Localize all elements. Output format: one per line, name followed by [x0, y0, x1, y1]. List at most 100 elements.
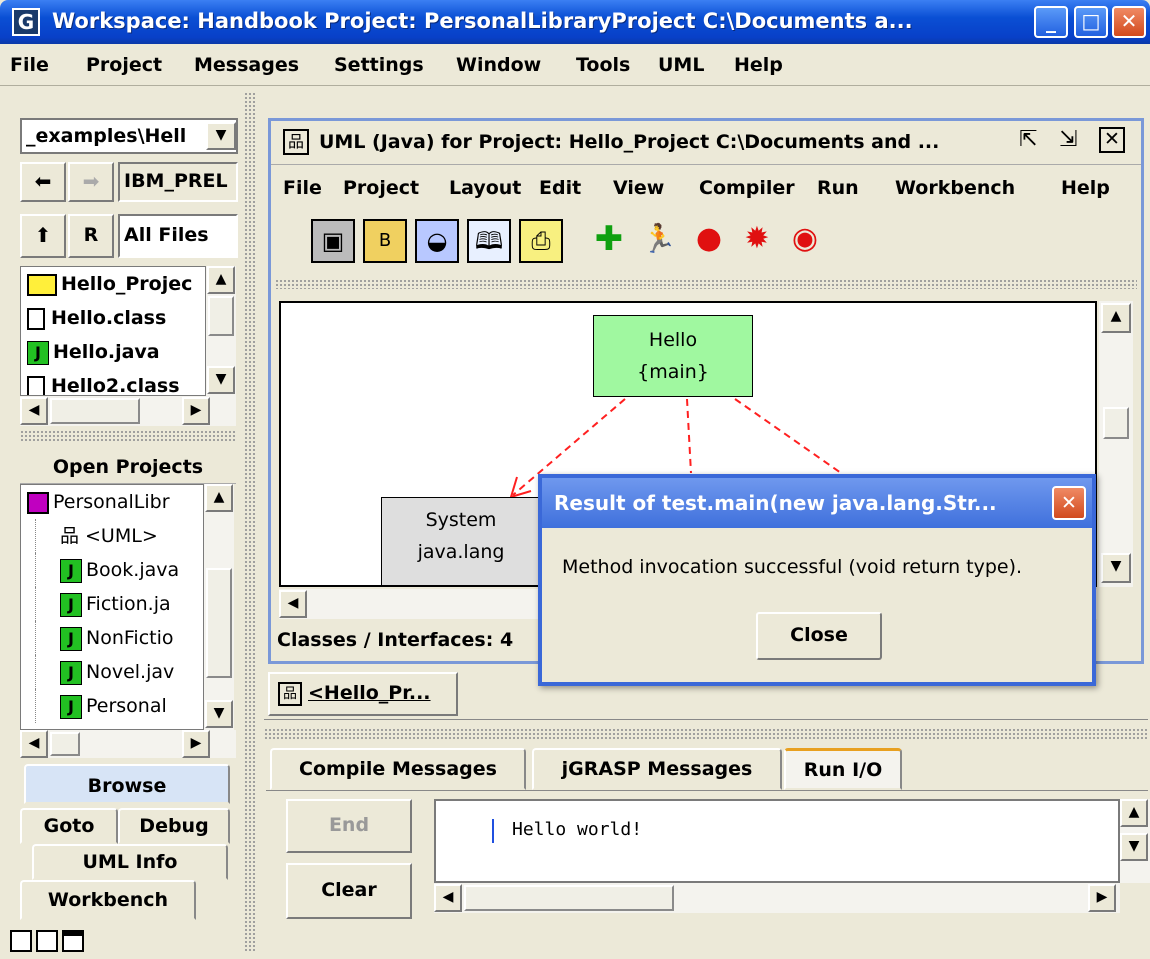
- dialog-close-icon[interactable]: ✕: [1052, 486, 1086, 520]
- file-list-item[interactable]: J Hello.java: [21, 335, 205, 369]
- scroll-down-button[interactable]: ▼: [1101, 553, 1131, 583]
- menu-file[interactable]: File: [10, 54, 49, 76]
- scroll-thumb[interactable]: [206, 568, 232, 678]
- jar-icon[interactable]: ◒: [415, 219, 459, 263]
- uml-menu-help[interactable]: Help: [1061, 177, 1110, 199]
- print-icon[interactable]: ⎙: [519, 219, 563, 263]
- refresh-button[interactable]: R: [68, 214, 114, 258]
- scroll-down-button[interactable]: ▼: [207, 366, 235, 394]
- project-tree-item[interactable]: J Personal: [35, 689, 203, 723]
- run-icon[interactable]: 🏃: [637, 219, 681, 263]
- scroll-left-button[interactable]: ◀: [20, 730, 48, 758]
- system-class-node[interactable]: System java.lang: [381, 497, 541, 585]
- apple-icon[interactable]: ●: [687, 219, 731, 263]
- file-list-item[interactable]: Hello.class: [21, 301, 205, 335]
- add-icon[interactable]: ✚: [587, 219, 631, 263]
- scroll-thumb[interactable]: [208, 296, 234, 336]
- output-vscrollbar[interactable]: ▲ ▼: [1120, 799, 1150, 883]
- combo-dropdown-button[interactable]: ▼: [206, 122, 236, 150]
- scroll-left-button[interactable]: ◀: [279, 590, 307, 618]
- tab-jgrasp-messages[interactable]: jGRASP Messages: [532, 748, 782, 790]
- dialog-close-button[interactable]: Close: [756, 612, 882, 660]
- minimize-frame-icon[interactable]: ⇲: [1059, 127, 1077, 152]
- project-tree-item[interactable]: J Novel.jav: [35, 655, 203, 689]
- scroll-thumb[interactable]: [464, 885, 674, 911]
- apple-bug-icon[interactable]: ◉: [783, 219, 827, 263]
- tab-browse[interactable]: Browse: [24, 764, 230, 804]
- menu-window[interactable]: Window: [456, 54, 541, 76]
- scroll-thumb[interactable]: [50, 398, 140, 424]
- file-list-hscrollbar[interactable]: ◀ ▶: [20, 396, 236, 426]
- project-tree-hscrollbar[interactable]: ◀ ▶: [20, 730, 236, 758]
- end-button[interactable]: End: [286, 799, 412, 853]
- tab-debug[interactable]: Debug: [118, 808, 230, 844]
- project-tree-item[interactable]: J NonFictio: [35, 621, 203, 655]
- project-tree-item[interactable]: 品 <UML>: [35, 519, 203, 553]
- scroll-down-button[interactable]: ▼: [1120, 833, 1148, 861]
- clear-button[interactable]: Clear: [286, 863, 412, 919]
- tab-workbench[interactable]: Workbench: [20, 880, 196, 920]
- uml-menu-layout[interactable]: Layout: [449, 177, 521, 199]
- project-tree-item[interactable]: PersonalLibr: [21, 485, 203, 519]
- uml-menu-compiler[interactable]: Compiler: [699, 177, 795, 199]
- file-list-item[interactable]: Hello2.class: [21, 369, 205, 395]
- vertical-splitter[interactable]: [244, 92, 256, 952]
- file-list-item[interactable]: Hello_Projec: [21, 267, 205, 301]
- splitter[interactable]: [20, 430, 236, 442]
- restore-icon[interactable]: ⇱: [1019, 127, 1037, 152]
- project-tree-item[interactable]: J Book.java: [35, 553, 203, 587]
- layout-doc-icon[interactable]: [36, 930, 58, 952]
- uml-menu-run[interactable]: Run: [817, 177, 859, 199]
- run-io-output[interactable]: Hello world!: [434, 799, 1120, 883]
- tab-goto[interactable]: Goto: [20, 808, 118, 844]
- filter-field[interactable]: IBM_PREL: [118, 162, 238, 202]
- maximize-button[interactable]: □: [1074, 6, 1108, 38]
- uml-menu-file[interactable]: File: [283, 177, 322, 199]
- back-arrow-button[interactable]: ⬅: [20, 162, 66, 202]
- canvas-vscrollbar[interactable]: ▲ ▼: [1099, 301, 1133, 587]
- uml-menu-project[interactable]: Project: [343, 177, 419, 199]
- minimize-button[interactable]: _: [1034, 6, 1068, 38]
- uml-menu-view[interactable]: View: [613, 177, 664, 199]
- book-icon[interactable]: 🕮: [467, 219, 511, 263]
- scroll-left-button[interactable]: ◀: [434, 884, 462, 912]
- menu-project[interactable]: Project: [86, 54, 162, 76]
- scroll-right-button[interactable]: ▶: [182, 730, 210, 758]
- menu-uml[interactable]: UML: [658, 54, 704, 76]
- close-frame-icon[interactable]: ✕: [1099, 127, 1125, 153]
- files-filter-field[interactable]: All Files: [118, 214, 238, 258]
- menu-tools[interactable]: Tools: [576, 54, 630, 76]
- forward-arrow-button[interactable]: ➡: [68, 162, 114, 202]
- scroll-left-button[interactable]: ◀: [20, 397, 48, 425]
- splitter[interactable]: [264, 728, 1148, 740]
- scroll-up-button[interactable]: ▲: [205, 484, 233, 512]
- scroll-thumb[interactable]: [1103, 407, 1129, 439]
- up-arrow-button[interactable]: ⬆: [20, 214, 66, 258]
- scroll-right-button[interactable]: ▶: [1088, 884, 1116, 912]
- tab-compile-messages[interactable]: Compile Messages: [270, 748, 526, 790]
- hello-class-node[interactable]: Hello {main}: [593, 315, 753, 397]
- tab-uml-info[interactable]: UML Info: [32, 844, 228, 880]
- save-icon[interactable]: ▣: [311, 219, 355, 263]
- scroll-down-button[interactable]: ▼: [205, 700, 233, 728]
- menu-messages[interactable]: Messages: [194, 54, 299, 76]
- scroll-right-button[interactable]: ▶: [182, 397, 210, 425]
- ladybug-icon[interactable]: ✹: [735, 219, 779, 263]
- close-window-button[interactable]: ✕: [1112, 6, 1146, 38]
- project-tree-item[interactable]: J Fiction.ja: [35, 587, 203, 621]
- layout-window-icon[interactable]: [62, 930, 84, 952]
- menu-help[interactable]: Help: [734, 54, 783, 76]
- path-combo[interactable]: _examples\Hell ▼: [20, 118, 238, 154]
- scroll-thumb[interactable]: [50, 732, 80, 756]
- scroll-up-button[interactable]: ▲: [207, 266, 235, 294]
- uml-menu-edit[interactable]: Edit: [539, 177, 581, 199]
- tab-run-io[interactable]: Run I/O: [784, 748, 902, 790]
- uml-menu-workbench[interactable]: Workbench: [895, 177, 1015, 199]
- output-hscrollbar[interactable]: ◀ ▶: [434, 883, 1120, 913]
- layout-split-icon[interactable]: [10, 930, 32, 952]
- menu-settings[interactable]: Settings: [334, 54, 424, 76]
- project-tree-vscrollbar[interactable]: ▲ ▼: [204, 484, 234, 730]
- splitter[interactable]: [275, 279, 1137, 289]
- file-list-vscrollbar[interactable]: ▲ ▼: [206, 266, 236, 396]
- scroll-up-button[interactable]: ▲: [1101, 303, 1131, 333]
